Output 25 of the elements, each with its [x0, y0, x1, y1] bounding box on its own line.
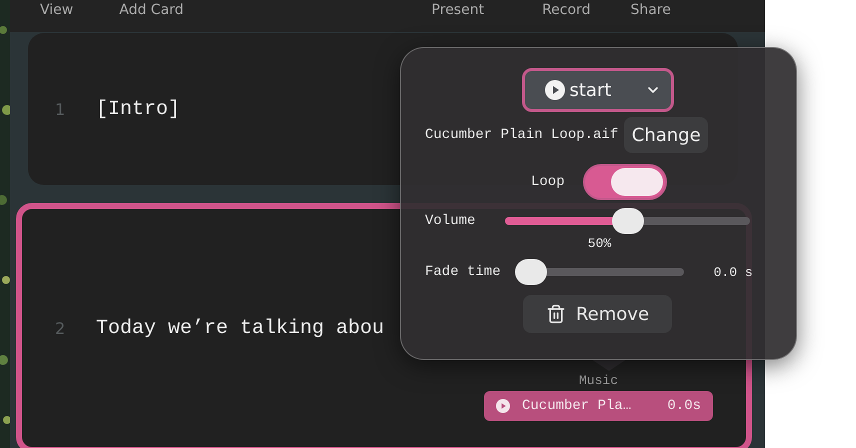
card-number: 2 [55, 318, 66, 338]
trash-icon [546, 304, 566, 324]
fade-time-reading: 0.0 s [714, 264, 753, 280]
slider-thumb[interactable] [514, 259, 547, 285]
audio-clip[interactable]: Cucumber Pla… 0.0s [484, 391, 713, 421]
toolbar-item[interactable]: View [40, 2, 74, 18]
volume-label: Volume [425, 213, 476, 229]
loop-toggle[interactable] [582, 164, 667, 200]
play-icon [496, 399, 510, 413]
start-button[interactable]: start [522, 68, 674, 112]
change-button[interactable]: Change [624, 117, 708, 153]
fade-time-label: Fade time [425, 264, 501, 280]
toolbar-item[interactable]: Record [542, 2, 590, 18]
remove-button[interactable]: Remove [523, 295, 672, 333]
toolbar-item[interactable]: Add Card [119, 2, 184, 18]
card-text: Today we’re talking abou [96, 316, 384, 340]
toolbar-item[interactable]: Share [630, 2, 671, 18]
volume-reading: 50% [588, 236, 612, 251]
file-name: Cucumber Plain Loop.aif [425, 127, 618, 143]
slider-thumb[interactable] [612, 208, 644, 234]
toolbar-item[interactable]: Present [432, 2, 484, 18]
card-text: [Intro] [96, 98, 180, 120]
clip-label: Music [578, 373, 618, 388]
play-icon [544, 80, 564, 100]
card-number: 1 [55, 100, 66, 118]
